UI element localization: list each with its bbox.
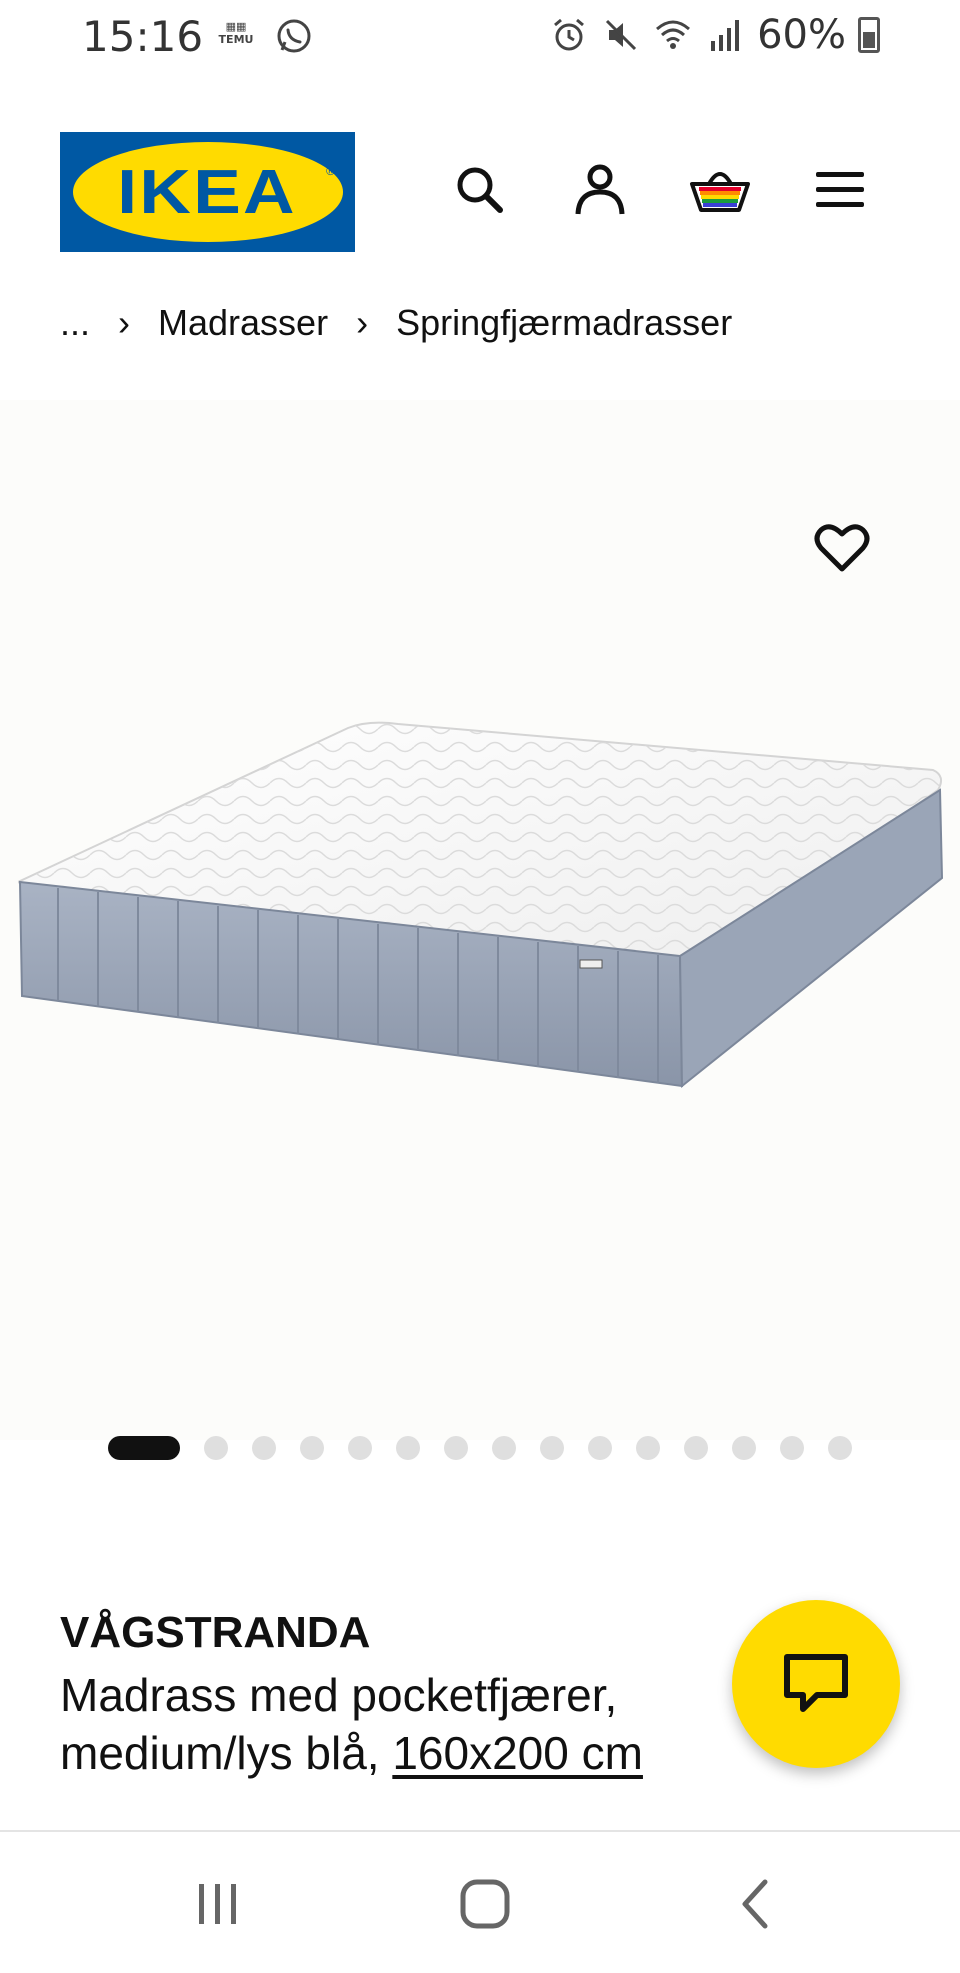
mute-icon bbox=[606, 19, 637, 51]
carousel-dot[interactable] bbox=[588, 1436, 612, 1460]
account-icon bbox=[575, 164, 625, 215]
carousel-dot[interactable] bbox=[492, 1436, 516, 1460]
carousel-dot[interactable] bbox=[684, 1436, 708, 1460]
whatsapp-icon bbox=[277, 19, 311, 53]
chat-button[interactable] bbox=[732, 1600, 900, 1768]
mattress-image bbox=[18, 721, 944, 1089]
account-button[interactable] bbox=[568, 158, 632, 222]
carousel-dot[interactable] bbox=[540, 1436, 564, 1460]
recents-icon bbox=[199, 1884, 236, 1924]
favourite-button[interactable] bbox=[810, 520, 874, 576]
carousel-dot-active[interactable] bbox=[108, 1436, 180, 1460]
carousel-dot[interactable] bbox=[252, 1436, 276, 1460]
signal-icon bbox=[711, 20, 740, 51]
heart-icon bbox=[814, 524, 870, 572]
product-description: Madrass med pocketfjærer, medium/lys blå… bbox=[60, 1666, 700, 1782]
carousel-dot[interactable] bbox=[204, 1436, 228, 1460]
breadcrumb-springfjaermadrasser[interactable]: Springfjærmadrasser bbox=[396, 302, 732, 344]
logo-oval: IKEA bbox=[72, 142, 343, 242]
chevron-right-icon: › bbox=[118, 302, 131, 343]
carousel-dot[interactable] bbox=[300, 1436, 324, 1460]
breadcrumb-madrasser[interactable]: Madrasser bbox=[158, 302, 328, 344]
product-size-link[interactable]: 160x200 cm bbox=[392, 1727, 643, 1779]
carousel-dot[interactable] bbox=[780, 1436, 804, 1460]
carousel-dot[interactable] bbox=[828, 1436, 852, 1460]
basket-icon bbox=[690, 172, 750, 212]
carousel-dot[interactable] bbox=[636, 1436, 660, 1460]
recents-button[interactable] bbox=[178, 1872, 258, 1936]
breadcrumb-more[interactable]: ... bbox=[60, 302, 90, 344]
back-button[interactable] bbox=[715, 1872, 795, 1936]
system-navigation-bar bbox=[0, 1830, 960, 1973]
menu-icon bbox=[816, 172, 864, 207]
carousel-dot[interactable] bbox=[732, 1436, 756, 1460]
search-icon bbox=[457, 167, 503, 213]
carousel-indicator[interactable] bbox=[108, 1436, 876, 1460]
status-time: 15:16 bbox=[82, 12, 204, 61]
chat-icon bbox=[784, 1654, 848, 1712]
ikea-logo[interactable]: IKEA ® bbox=[60, 132, 355, 252]
menu-button[interactable] bbox=[808, 158, 872, 222]
carousel-dot[interactable] bbox=[444, 1436, 468, 1460]
basket-button[interactable] bbox=[688, 158, 752, 222]
carousel-dot[interactable] bbox=[348, 1436, 372, 1460]
back-icon bbox=[742, 1879, 768, 1929]
battery-percent: 60% bbox=[757, 12, 846, 58]
alarm-icon bbox=[554, 18, 585, 51]
home-icon bbox=[460, 1879, 510, 1929]
battery-icon bbox=[858, 17, 880, 53]
breadcrumb: ... › Madrasser › Springfjærmadrasser bbox=[60, 302, 732, 344]
product-name: VÅGSTRANDA bbox=[60, 1608, 371, 1657]
chevron-right-icon: › bbox=[356, 302, 369, 343]
logo-text: IKEA bbox=[117, 157, 298, 227]
temu-notification-icon: ▦▦ TEMU bbox=[218, 20, 254, 46]
carousel-dot[interactable] bbox=[396, 1436, 420, 1460]
wifi-icon bbox=[656, 20, 691, 49]
home-button[interactable] bbox=[445, 1872, 525, 1936]
status-bar: 15:16 ▦▦ TEMU 60% bbox=[0, 0, 960, 76]
logo-registered-mark: ® bbox=[326, 164, 335, 178]
search-button[interactable] bbox=[448, 158, 512, 222]
